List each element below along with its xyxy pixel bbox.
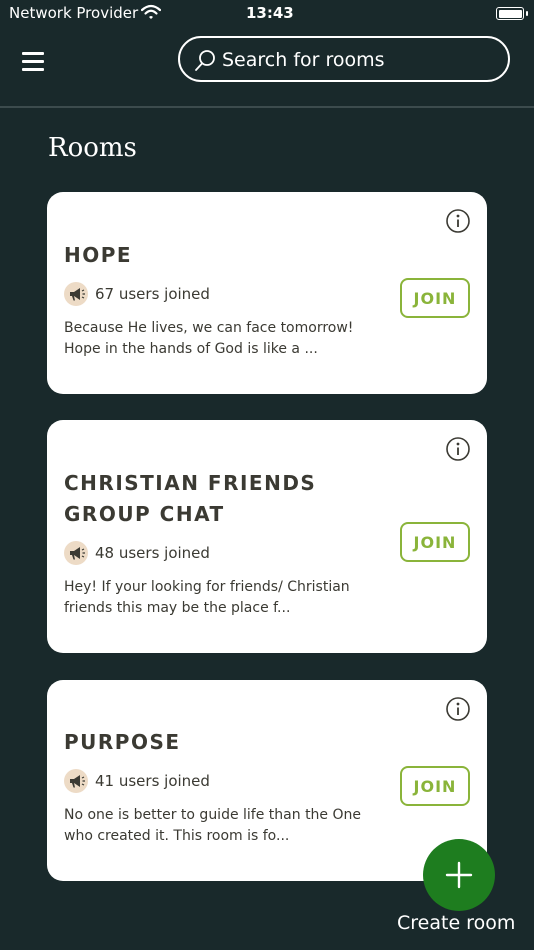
room-title: CHRISTIAN FRIENDS GROUP CHAT [64, 471, 317, 526]
megaphone-icon [64, 541, 88, 565]
room-description: No one is better to guide life than the … [64, 807, 361, 844]
top-bar [0, 26, 534, 108]
carrier-name: Network Provider [9, 4, 139, 22]
battery-tip [526, 11, 528, 16]
users-count: 48 users joined [95, 544, 210, 562]
info-icon[interactable] [445, 436, 471, 466]
room-description: Because He lives, we can face tomorrow! … [64, 320, 354, 357]
users-count: 41 users joined [95, 772, 210, 790]
join-button[interactable]: JOIN [400, 766, 470, 806]
plus-icon [445, 861, 473, 889]
search-box[interactable] [178, 36, 510, 82]
room-card-christian-friends[interactable]: CHRISTIAN FRIENDS GROUP CHAT 48 users jo… [47, 420, 487, 653]
room-title: HOPE [64, 243, 133, 267]
room-title: PURPOSE [64, 730, 181, 754]
users-count: 67 users joined [95, 285, 210, 303]
create-room-button[interactable] [423, 839, 495, 911]
room-card-purpose[interactable]: PURPOSE 41 users joined No one is better… [47, 680, 487, 881]
search-input[interactable] [222, 44, 492, 76]
hamburger-menu-icon [22, 60, 44, 63]
battery-icon [496, 7, 524, 20]
page-title: Rooms [48, 133, 137, 163]
status-bar: Network Provider 13:43 [0, 0, 534, 26]
create-room-label[interactable]: Create room [397, 912, 515, 934]
room-description: Hey! If your looking for friends/ Christ… [64, 579, 350, 616]
search-icon [194, 49, 218, 77]
info-icon[interactable] [445, 208, 471, 238]
megaphone-icon [64, 769, 88, 793]
wifi-icon [140, 4, 162, 24]
join-button[interactable]: JOIN [400, 522, 470, 562]
hamburger-menu-icon [22, 52, 44, 55]
join-button[interactable]: JOIN [400, 278, 470, 318]
hamburger-menu-icon [22, 68, 44, 71]
room-card-hope[interactable]: HOPE 67 users joined Because He lives, w… [47, 192, 487, 394]
clock-time: 13:43 [246, 4, 294, 22]
info-icon[interactable] [445, 696, 471, 726]
megaphone-icon [64, 282, 88, 306]
menu-button[interactable] [20, 48, 48, 74]
